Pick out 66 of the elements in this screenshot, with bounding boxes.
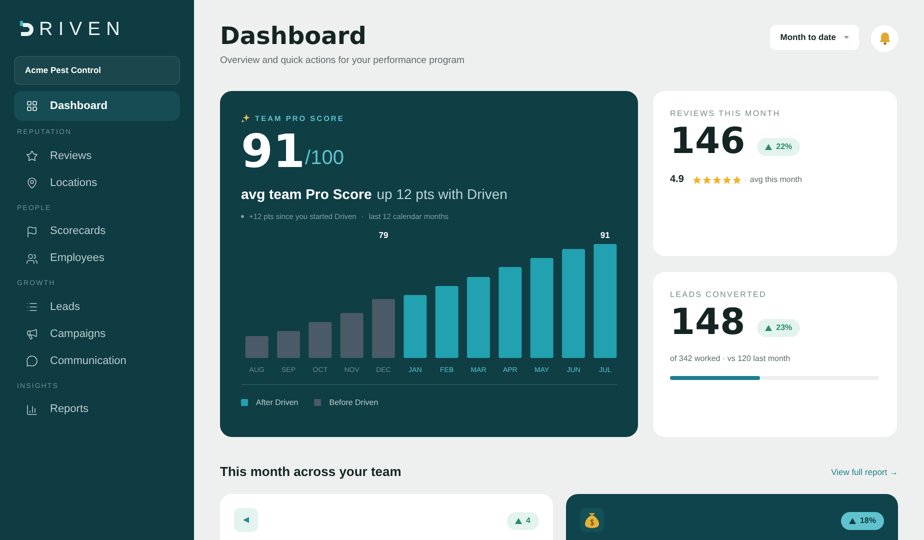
nav-item[interactable]: Dashboard [14, 91, 180, 121]
nav-item[interactable]: Scorecards [14, 218, 180, 245]
bar [308, 322, 332, 358]
nav-item[interactable]: Leads [14, 294, 180, 320]
delta-badge: 4 [507, 512, 538, 530]
legend-label: After Driven [256, 396, 298, 409]
up-triangle-icon [515, 518, 522, 524]
bullet-icon [241, 214, 244, 218]
caret-icon [844, 36, 849, 39]
bar [277, 330, 300, 358]
view-report-link[interactable]: View full report → [831, 466, 898, 478]
up-triangle-icon [765, 325, 772, 332]
brand-wordmark: RIVEN [39, 20, 126, 39]
caption: of 342 worked · vs 120 last month [670, 353, 792, 366]
nav-item[interactable]: Campaigns [14, 320, 180, 348]
rating-value: 4.9 [670, 173, 684, 188]
value-label: 79 [378, 230, 388, 240]
bar [404, 294, 427, 358]
money-bag-icon [584, 512, 598, 528]
bar-chart-icon [26, 404, 38, 416]
bar [372, 298, 395, 358]
star-icon [26, 150, 38, 162]
account-selector[interactable]: Acme Pest Control [14, 56, 180, 85]
star-icon [692, 174, 702, 185]
delta-badge: 18% [840, 512, 884, 530]
legend-label: Before Driven [329, 396, 378, 409]
bar [340, 312, 364, 358]
star-icon [732, 174, 742, 185]
score-max: /100 [305, 146, 344, 170]
play-reverse-icon [243, 516, 249, 523]
megaphone-icon [26, 328, 38, 340]
star-icon [702, 174, 712, 185]
nav-item[interactable]: Locations [14, 170, 180, 196]
flag-icon [26, 226, 38, 238]
people-icon [26, 252, 38, 264]
bell-icon [878, 32, 890, 45]
nav-item[interactable]: Employees [14, 245, 180, 272]
headline-detail: up 12 pts with Driven [376, 184, 508, 204]
sparkle-icon [241, 114, 250, 124]
period-dropdown[interactable]: Month to date [770, 25, 859, 50]
section-title: This month across your team [220, 463, 402, 482]
stat-value: 146 [670, 124, 746, 160]
star-icon [722, 174, 732, 185]
pin-icon [26, 177, 38, 189]
delta-badge: 23% [757, 319, 800, 338]
caption: avg this month [750, 174, 802, 186]
score-value: 91 [241, 128, 306, 174]
up-triangle-icon [848, 518, 856, 524]
bar [245, 336, 268, 358]
up-triangle-icon [765, 144, 772, 150]
grid-icon [26, 100, 38, 112]
logo-mark-icon [20, 21, 35, 38]
nav-item[interactable]: Reviews [14, 142, 180, 170]
page-subtitle: Overview and quick actions for your performance program [220, 54, 464, 68]
value-label: 91 [600, 230, 610, 240]
headline: avg team Pro Score [241, 184, 372, 204]
card-label: LEADS CONVERTED [670, 289, 768, 302]
nav-item[interactable]: Reports [14, 396, 180, 423]
stat-value: 148 [670, 305, 746, 342]
nav-item[interactable]: Communication [14, 348, 180, 374]
delta-badge: 22% [757, 138, 800, 156]
card-label: REVIEWS THIS MONTH [670, 108, 782, 120]
page-title: Dashboard [220, 22, 368, 50]
star-icon [712, 174, 722, 185]
chat-bubble-icon [26, 355, 38, 367]
notifications-button[interactable] [871, 25, 898, 52]
